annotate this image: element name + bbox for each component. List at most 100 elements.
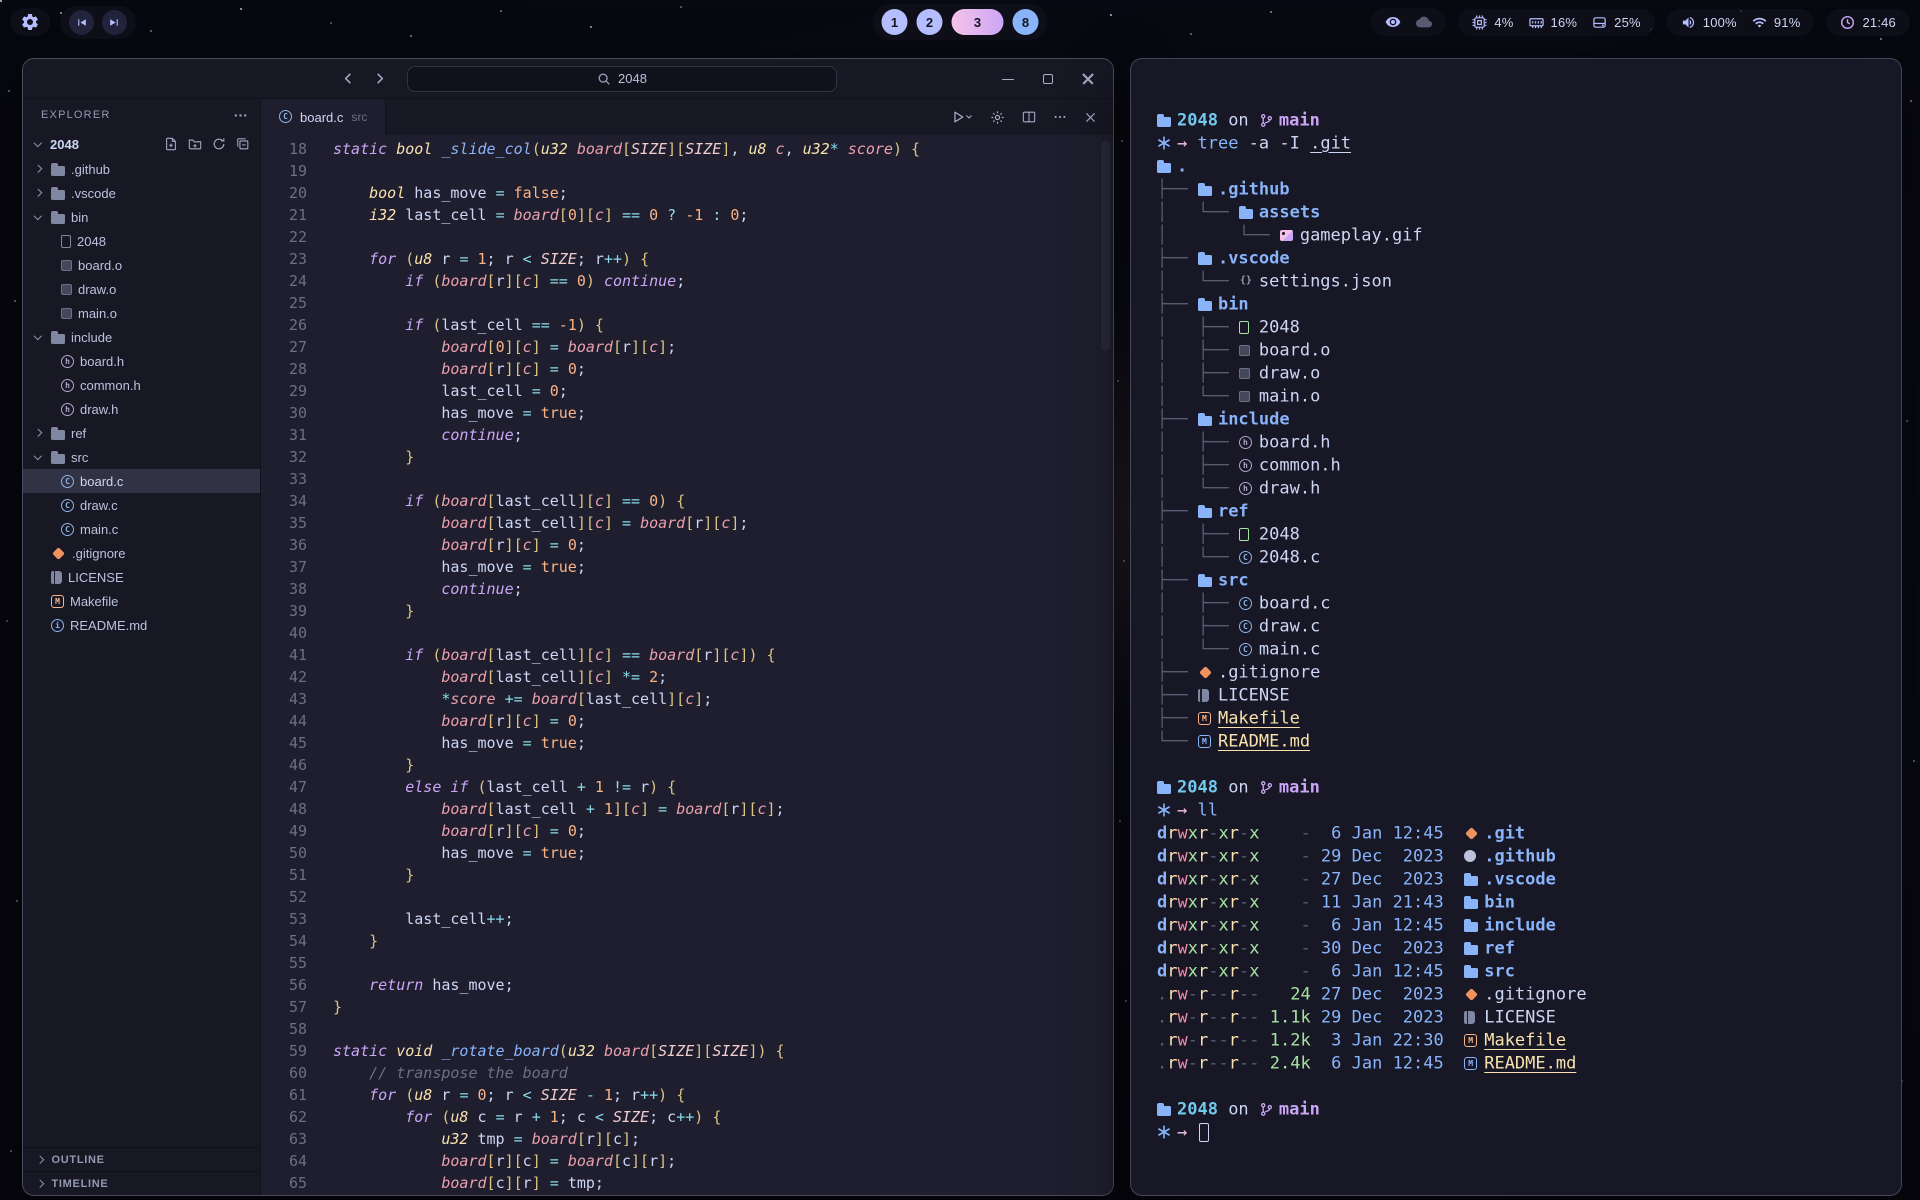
more-button[interactable]: [1053, 110, 1067, 124]
media-next-button[interactable]: [102, 10, 127, 35]
folder-icon: [1464, 968, 1478, 978]
folder-icon: [1198, 577, 1212, 587]
line-number: 60: [261, 1062, 307, 1084]
tree-item-common.h[interactable]: common.h: [23, 373, 260, 397]
split-button[interactable]: [1022, 110, 1036, 124]
code-text: }: [307, 996, 342, 1018]
git-icon: [1199, 666, 1212, 679]
tree-item-.github[interactable]: .github: [23, 157, 260, 181]
new-folder-button[interactable]: [188, 137, 202, 151]
cc-icon: [61, 475, 74, 488]
code-text: }: [307, 864, 414, 886]
editor-tab-board.c[interactable]: board.c src: [261, 99, 386, 135]
workspace-8[interactable]: 8: [1013, 9, 1039, 35]
tree-item-makefile[interactable]: Makefile: [23, 589, 260, 613]
line-number: 65: [261, 1172, 307, 1194]
command-center-search[interactable]: 2048: [407, 66, 837, 92]
tree-item-src[interactable]: src: [23, 445, 260, 469]
code-line-59: 59static void _rotate_board(u32 board[SI…: [261, 1040, 1113, 1062]
tree-item-draw.h[interactable]: draw.h: [23, 397, 260, 421]
tree-item-board.h[interactable]: board.h: [23, 349, 260, 373]
editor-actions: [951, 99, 1113, 135]
close-button[interactable]: [1081, 72, 1095, 86]
gear-button[interactable]: [990, 110, 1005, 125]
line-number: 50: [261, 842, 307, 864]
cpu-module[interactable]: 4%: [1472, 15, 1513, 30]
collapse-all-button[interactable]: [236, 137, 250, 151]
tree-item-.vscode[interactable]: .vscode: [23, 181, 260, 205]
chevron-down-icon: [34, 212, 42, 220]
code-text: }: [307, 446, 414, 468]
workspace-1[interactable]: 1: [882, 9, 908, 35]
close-x-button[interactable]: [1084, 111, 1097, 124]
explorer-more-actions-button[interactable]: [233, 108, 248, 123]
new-file-button[interactable]: [164, 137, 178, 151]
tree-item-include[interactable]: include: [23, 325, 260, 349]
disk-module[interactable]: 25%: [1592, 15, 1641, 30]
code-editor[interactable]: 18static bool _slide_col(u32 board[SIZE]…: [261, 135, 1113, 1195]
maximize-button[interactable]: [1041, 72, 1055, 86]
tree-item-draw.o[interactable]: draw.o: [23, 277, 260, 301]
root-chevron-slot: [31, 142, 45, 146]
cc-icon: [1239, 620, 1252, 633]
tree-line-2048: │ ├── 2048: [1157, 523, 1875, 546]
section-timeline[interactable]: TIMELINE: [23, 1171, 260, 1195]
minimize-button[interactable]: [1001, 72, 1015, 86]
tree-item-readme.md[interactable]: README.md: [23, 613, 260, 637]
wifi-module[interactable]: 91%: [1752, 15, 1801, 30]
book-icon: [1198, 689, 1209, 702]
line-number: 59: [261, 1040, 307, 1062]
eye-module[interactable]: [1385, 14, 1401, 30]
code-text: [307, 160, 333, 182]
tree-item-bin[interactable]: bin: [23, 205, 260, 229]
tree-line-src: ├── src: [1157, 569, 1875, 592]
history-nav: [341, 71, 387, 86]
tree-item-label: .github: [71, 162, 110, 177]
folder-icon: [1464, 945, 1478, 955]
vscode-titlebar: 2048: [23, 59, 1113, 99]
editor-scrollbar[interactable]: [1101, 141, 1110, 351]
workspace-switcher: 1238: [873, 4, 1048, 40]
terminal-window[interactable]: 2048 on main→ tree -a -I .git.├── .githu…: [1130, 58, 1902, 1196]
tree-item-board.c[interactable]: board.c: [23, 469, 260, 493]
workspace-2[interactable]: 2: [917, 9, 943, 35]
chevron-slot: [31, 166, 45, 172]
line-number: 57: [261, 996, 307, 1018]
tree-item-.gitignore[interactable]: .gitignore: [23, 541, 260, 565]
tree-item-2048[interactable]: 2048: [23, 229, 260, 253]
close-x-icon: [1084, 111, 1097, 124]
back-button[interactable]: [341, 71, 356, 86]
tree-item-board.o[interactable]: board.o: [23, 253, 260, 277]
cloud-module[interactable]: [1416, 14, 1432, 30]
volume-module[interactable]: 100%: [1681, 15, 1737, 30]
line-number: 51: [261, 864, 307, 886]
ram-module[interactable]: 16%: [1529, 15, 1578, 30]
folder-icon: [1198, 416, 1212, 426]
run-button[interactable]: [951, 110, 973, 124]
explorer-action-buttons: [164, 137, 250, 151]
refresh-button[interactable]: [212, 137, 226, 151]
tree-line-2048.c: │ └── 2048.c: [1157, 546, 1875, 569]
forward-button[interactable]: [372, 71, 387, 86]
clock-module[interactable]: 21:46: [1840, 15, 1896, 30]
workspace-3[interactable]: 3: [952, 9, 1004, 35]
ll-row-include: drwxr-xr-x - 6 Jan 12:45 include: [1157, 914, 1875, 937]
tree-item-ref[interactable]: ref: [23, 421, 260, 445]
folder-icon: [51, 190, 65, 200]
make-icon: [51, 595, 64, 608]
code-text: static void _rotate_board(u32 board[SIZE…: [307, 1040, 785, 1062]
line-number: 54: [261, 930, 307, 952]
workspace-root-row[interactable]: 2048: [23, 131, 260, 157]
tree-item-license[interactable]: LICENSE: [23, 565, 260, 589]
media-prev-button[interactable]: [69, 10, 94, 35]
line-number: 63: [261, 1128, 307, 1150]
tree-item-main.o[interactable]: main.o: [23, 301, 260, 325]
tree-item-draw.c[interactable]: draw.c: [23, 493, 260, 517]
section-outline[interactable]: OUTLINE: [23, 1147, 260, 1171]
code-line-62: 62 for (u8 c = r + 1; c < SIZE; c++) {: [261, 1106, 1113, 1128]
tree-item-main.c[interactable]: main.c: [23, 517, 260, 541]
code-text: for (u8 r = 1; r < SIZE; r++) {: [307, 248, 649, 270]
code-text: return has_move;: [307, 974, 514, 996]
code-line-55: 55: [261, 952, 1113, 974]
launcher-button[interactable]: [10, 8, 50, 36]
